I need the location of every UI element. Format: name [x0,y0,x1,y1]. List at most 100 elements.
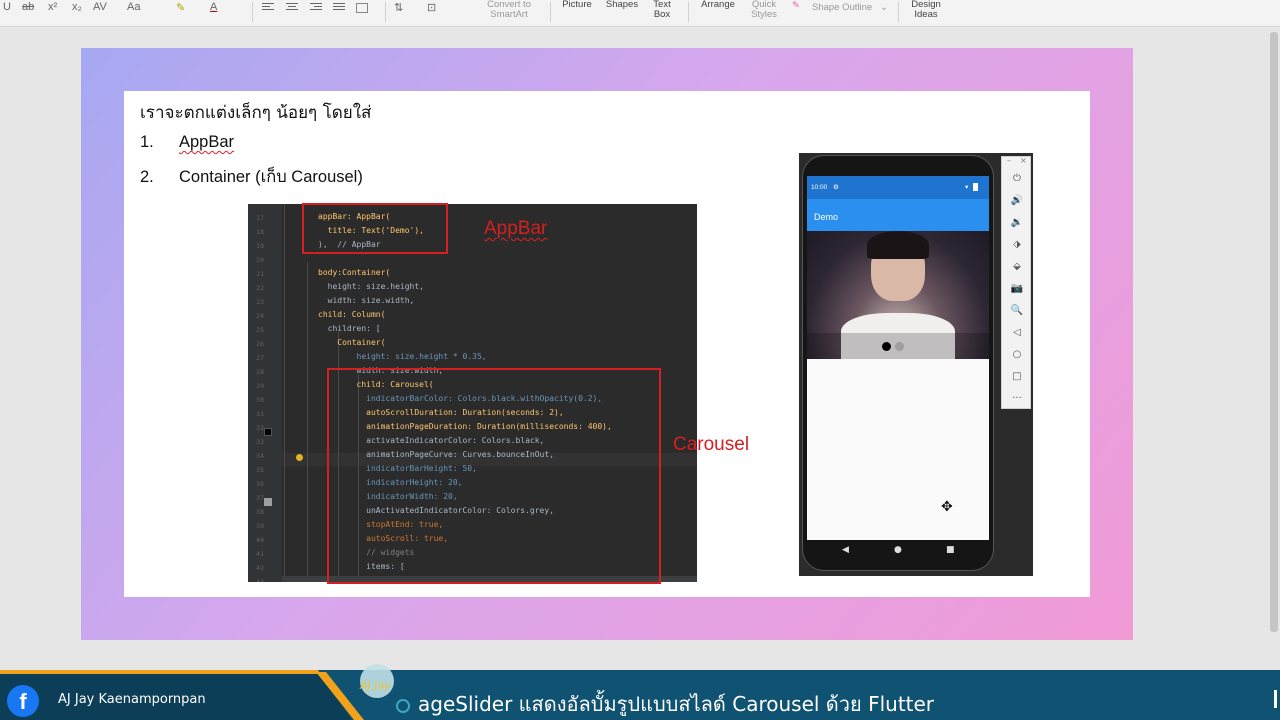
portrait-hair [867,231,929,259]
emulator-tool-icon[interactable]: ⏻ [1002,173,1032,184]
home-nav-icon[interactable]: ● [894,545,902,555]
list-number: 1. [140,133,154,151]
code-line: height: size.height, [318,282,424,291]
wifi-icon: ▾ [965,184,969,191]
back-nav-icon[interactable]: ◀ [842,545,849,555]
design-ideas-button[interactable]: Design Ideas [904,0,948,20]
convert-smartart-button[interactable]: Convert to SmartArt [478,0,540,20]
recents-nav-icon[interactable]: ■ [946,545,955,555]
line-number: 28 [256,368,264,376]
ribbon-divider [550,2,551,22]
aj-tag: AJ Jay [360,679,391,692]
code-line: height: size.height * 0.35, [318,352,487,361]
line-number: 38 [256,508,264,516]
lightbulb-icon[interactable] [296,454,303,461]
emulator-tool-icon[interactable]: ⬗ [1002,239,1032,250]
list-text: AppBar [179,133,235,151]
list-text: Container (เก็บ Carousel) [179,168,363,186]
line-number: 22 [256,284,264,292]
highlight-color-button[interactable]: ✎ [176,1,185,14]
picture-button[interactable]: Picture [556,0,598,10]
change-case-button[interactable]: Aa [127,1,140,13]
indent-guide [307,262,308,582]
line-number: 21 [256,270,264,278]
indent-guide [284,204,285,582]
ribbon-divider [898,2,899,22]
phone-screen: 10:00 ⚙ ▾ Demo [807,176,989,540]
underline-button[interactable]: U [3,1,11,13]
appbar-annotation: AppBar [484,218,548,239]
emulator-tool-icon[interactable]: 🔊 [1002,195,1032,206]
carousel-image[interactable] [807,231,989,359]
line-number: 30 [256,396,264,404]
line-number: 35 [256,466,264,474]
emulator-tool-icon[interactable]: ○ [1002,349,1032,360]
line-number: 29 [256,382,264,390]
vertical-scrollbar[interactable] [1270,32,1278,632]
line-number: 42 [256,564,264,572]
emulator-tool-icon[interactable]: 🔉 [1002,217,1032,228]
list-number: 2. [140,168,154,186]
text-direction-icon[interactable]: ⇅ [394,1,403,14]
line-number: 40 [256,536,264,544]
carousel-highlight-box [327,368,661,584]
emulator-close-button[interactable]: × [1020,156,1027,165]
ribbon-divider [252,2,253,22]
subscript-button[interactable]: x₂ [72,1,82,13]
align-text-icon[interactable]: ⊡ [427,1,436,14]
code-line: body:Container( [318,268,391,277]
line-number: 25 [256,326,264,334]
justify-icon[interactable] [333,3,345,13]
ribbon-divider [688,2,689,22]
app-bar-title: Demo [814,212,839,222]
textbox-button[interactable]: Text Box [648,0,676,20]
emulator-tool-icon[interactable]: ⬙ [1002,261,1032,272]
emulator-tool-icon[interactable]: □ [1002,371,1032,382]
shape-outline-button[interactable]: Shape Outline [812,3,872,13]
appbar-highlight-box [302,203,448,254]
ribbon-toolbar: U ab x² x₂ AV Aa ✎ A ⇅ ⊡ Convert to Smar… [0,0,1280,27]
quick-styles-button[interactable]: Quick Styles [746,0,782,20]
textbox-line2: Box [653,9,671,20]
line-number: 39 [256,522,264,530]
emulator-tool-icon[interactable]: ··· [1002,393,1032,404]
emulator-tool-panel: – × ⏻ 🔊 🔉 ⬗ ⬙ 📷 🔍 ◁ ○ □ ··· [1001,156,1031,409]
line-number: 34 [256,452,264,460]
line-number: 43 [256,578,264,582]
line-number: 20 [256,256,264,264]
list-item: 1. AppBar [140,133,234,152]
carousel-indicator-active[interactable] [882,342,891,351]
emulator-tool-icon[interactable]: 🔍 [1002,305,1032,316]
align-left-icon[interactable] [262,3,274,13]
strikethrough-button[interactable]: ab [22,1,34,13]
android-nav-bar: ◀ ● ■ [802,541,994,561]
emulator-tool-icon[interactable]: ◁ [1002,327,1032,338]
character-spacing-button[interactable]: AV [93,1,107,13]
design-line2: Ideas [914,9,938,20]
code-line: Container( [318,338,386,347]
arrange-button[interactable]: Arrange [698,0,738,10]
align-right-icon[interactable] [310,3,322,13]
superscript-button[interactable]: x² [48,1,57,13]
chevron-down-icon[interactable]: ⌄ [880,3,888,13]
code-line: children: [ [318,324,381,333]
move-cursor-icon: ✥ [941,499,953,515]
status-time: 10:00 [811,184,828,191]
ticker-end-mark [1274,690,1277,708]
line-number: 24 [256,312,264,320]
app-bar: Demo [807,199,989,231]
font-color-button[interactable]: A [210,1,217,13]
line-number: 32 [256,424,264,432]
align-center-icon[interactable] [286,3,298,13]
code-line: width: size.width, [318,296,415,305]
facebook-icon: f [7,685,39,717]
line-number: 36 [256,480,264,488]
line-number: 27 [256,354,264,362]
emulator-tool-icon[interactable]: 📷 [1002,283,1032,294]
shape-outline-icon: ✎ [792,0,800,11]
emulator-minimize-button[interactable]: – [1007,156,1011,165]
shapes-button[interactable]: Shapes [602,0,642,10]
columns-icon[interactable] [356,3,368,13]
line-number: 26 [256,340,264,348]
carousel-indicator[interactable] [895,342,904,351]
